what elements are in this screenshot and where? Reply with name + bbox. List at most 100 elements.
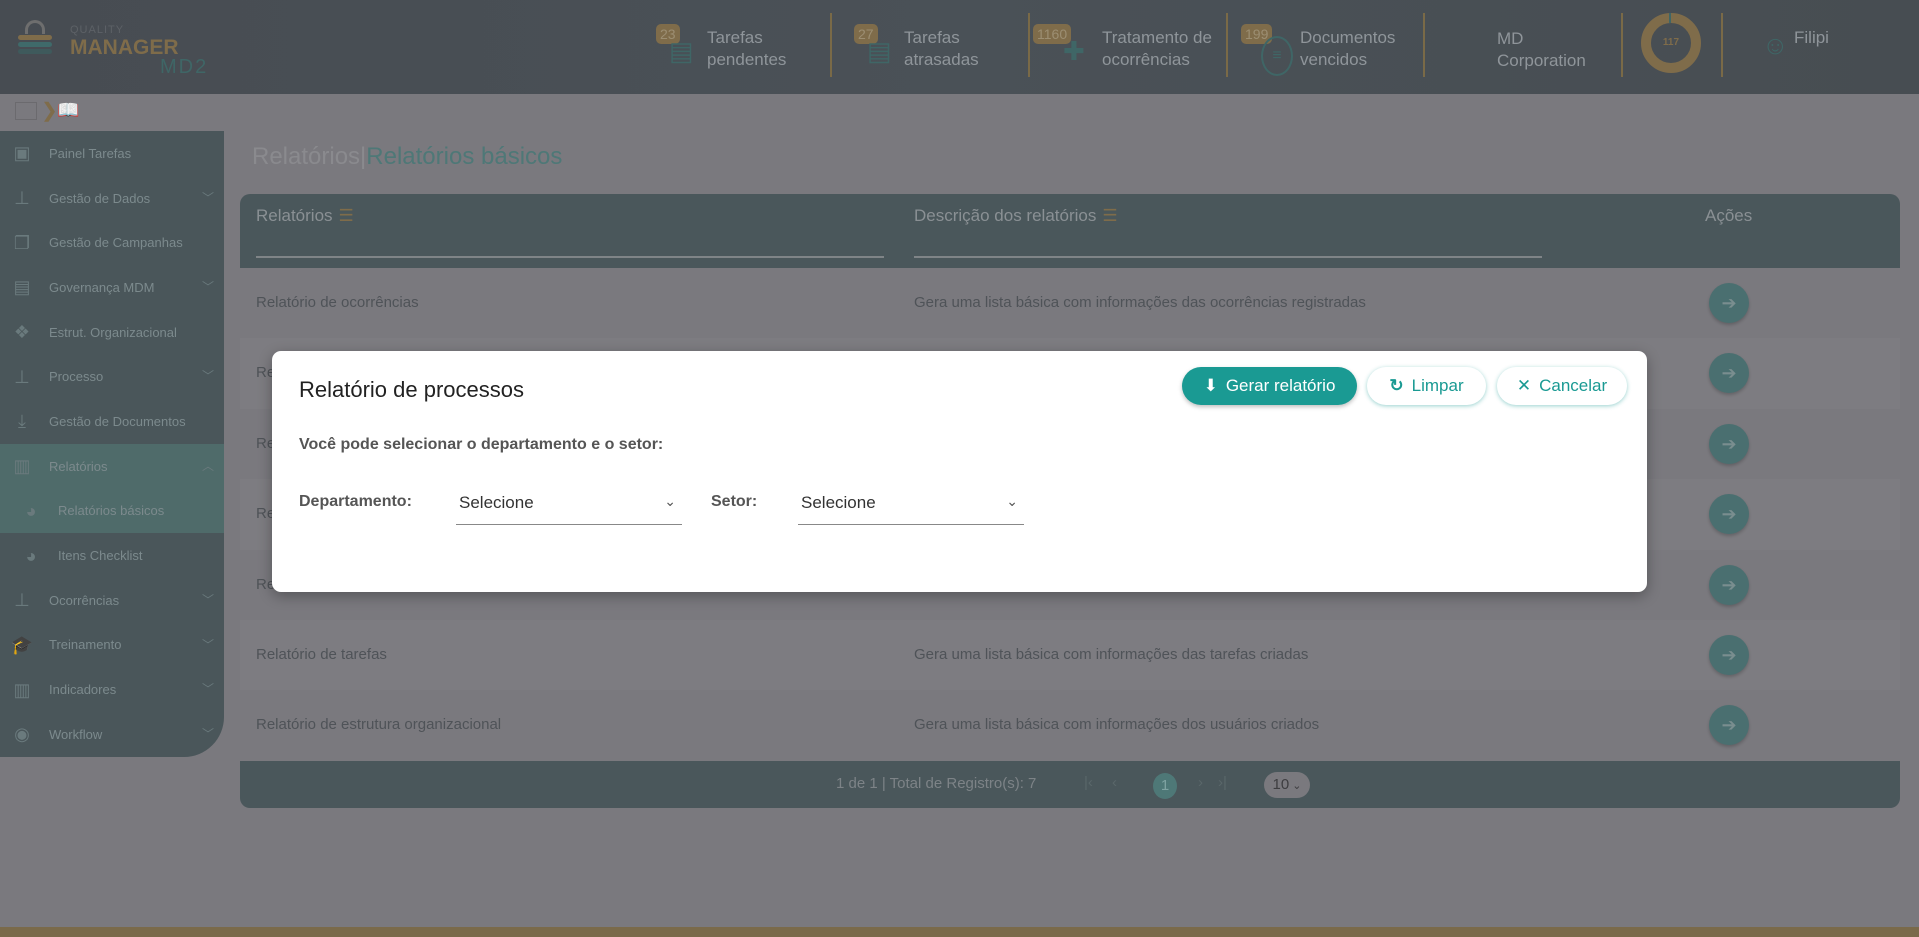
breadcrumb-parent[interactable]: Relatórios (252, 143, 360, 170)
open-report-button[interactable]: ➔ (1709, 353, 1749, 394)
sidebar-item-label: Workflow (49, 726, 103, 742)
report-description: Gera uma lista básica com informações da… (914, 294, 1366, 311)
list-icon: ▤ (13, 277, 31, 298)
chevron-down-icon[interactable]: ﹀ (202, 367, 214, 384)
clear-button[interactable]: ↻ Limpar (1367, 367, 1486, 405)
chevron-down-icon[interactable]: ﹀ (202, 189, 214, 206)
prev-page-icon[interactable]: ‹ (1112, 774, 1117, 791)
donut-value: 117 (1662, 37, 1680, 48)
sector-select[interactable]: Selecione ⌄ (798, 483, 1024, 525)
sign-in-icon: ➔ (1721, 433, 1737, 454)
column-header-descricao[interactable]: Descrição dos relatórios ☰ (914, 206, 1118, 226)
filter-input-relatorios[interactable] (256, 256, 884, 258)
filter-icon: ☰ (1102, 206, 1118, 225)
sidebar-item-label: Estrut. Organizacional (49, 324, 177, 340)
sidebar-item-label: Relatórios (49, 458, 108, 474)
circle-dot-icon: ◉ (14, 724, 30, 745)
open-report-button[interactable]: ➔ (1709, 423, 1749, 464)
chevron-down-icon[interactable]: ﹀ (202, 680, 214, 697)
divider (1721, 13, 1723, 77)
report-name: Relatório de estrutura organizacional (256, 716, 502, 734)
logo-icon (18, 20, 52, 56)
report-description: Gera uma lista básica com informações da… (914, 645, 1309, 663)
bar-chart-icon: ▥ (13, 456, 31, 477)
column-header-acoes: Ações (1705, 206, 1753, 225)
column-header-relatorios[interactable]: Relatórios ☰ (256, 206, 354, 226)
download-icon: ⤓ (18, 411, 26, 432)
chevron-down-icon[interactable]: ﹀ (202, 591, 214, 608)
refresh-icon: ↻ (1389, 376, 1404, 395)
filter-input-descricao[interactable] (914, 256, 1542, 258)
book-icon[interactable]: 📖 (57, 100, 79, 121)
sign-in-icon: ➔ (1721, 363, 1737, 384)
sidebar-item-painel-tarefas[interactable]: ▣ Painel Tarefas (0, 131, 224, 176)
sidebar-item-label: Governança MDM (49, 279, 155, 295)
user-name[interactable]: Filipi (1794, 27, 1829, 49)
pie-chart-icon: ◕ (25, 500, 37, 521)
sidebar-item-label: Gestão de Documentos (49, 413, 186, 429)
generate-report-button[interactable]: ⬇ Gerar relatório (1182, 367, 1357, 405)
divider (1621, 13, 1623, 77)
sidebar-item-itens-checklist[interactable]: ◕ Itens Checklist (0, 533, 224, 578)
sidebar-item-treinamento[interactable]: 🎓 Treinamento ﹀ (0, 623, 224, 668)
table-row: Relatório de estrutura organizacional Ger… (240, 690, 1900, 761)
copy-icon: ❐ (13, 232, 31, 253)
chevron-down-icon[interactable]: ﹀ (202, 636, 214, 653)
sidebar-item-label: Indicadores (49, 682, 117, 698)
department-select[interactable]: Selecione ⌄ (456, 483, 682, 525)
stat-label: atrasadas (904, 50, 979, 69)
sign-in-icon: ➔ (1721, 644, 1737, 665)
sidebar-item-indicadores[interactable]: ▥ Indicadores ﹀ (0, 667, 224, 712)
sidebar-item-relatorios[interactable]: ▥ Relatórios ︿ (0, 443, 224, 489)
breadcrumb: Relatórios|Relatórios básicos (252, 143, 562, 171)
stat-label: ocorrências (1102, 50, 1190, 69)
sidebar-item-label: Gestão de Campanhas (49, 235, 183, 251)
sign-in-icon: ➔ (1721, 293, 1737, 313)
page-size-select[interactable]: 10 ⌄ (1264, 771, 1310, 798)
stat-label: Tratamento de (1102, 28, 1212, 47)
divider (1028, 13, 1030, 77)
sidebar-item-label: Treinamento (49, 637, 122, 653)
chevron-up-icon[interactable]: ︿ (202, 457, 214, 474)
sidebar-item-processo[interactable]: ⊥ Processo ﹀ (0, 354, 224, 399)
sidebar-item-estrut-organizacional[interactable]: ❖ Estrut. Organizacional (0, 310, 224, 355)
chevron-down-icon: ⌄ (664, 493, 676, 509)
open-report-button[interactable]: ➔ (1709, 494, 1749, 535)
first-page-icon[interactable]: |‹ (1084, 774, 1093, 791)
sliders-icon: ≡ (1261, 36, 1293, 76)
sidebar-item-workflow[interactable]: ◉ Workflow ﹀ (0, 712, 224, 757)
layout-toggle-icon[interactable] (15, 102, 37, 120)
sidebar-item-label: Painel Tarefas (49, 145, 132, 161)
dialog-instruction: Você pode selecionar o departamento e o … (299, 436, 664, 453)
chevron-down-icon[interactable]: ﹀ (202, 278, 214, 295)
table-row: Relatório de ocorrências Gera uma lista b… (240, 268, 1900, 339)
chevron-down-icon[interactable]: ﹀ (202, 725, 214, 742)
sidebar-item-label: Processo (49, 369, 104, 385)
sidebar-item-ocorrencias[interactable]: ⊥ Ocorrências ﹀ (0, 578, 224, 623)
sign-in-icon: ➔ (1721, 574, 1737, 595)
stat-label: Tarefas (904, 28, 960, 47)
sidebar-item-gestao-de-documentos[interactable]: ⤓ Gestão de Documentos (0, 399, 224, 444)
pie-chart-icon: ◕ (25, 545, 37, 566)
open-report-button[interactable]: ➔ (1709, 283, 1749, 323)
table-header: Relatórios ☰ Descrição dos relatórios ☰ Aç… (240, 194, 1900, 268)
table-row: Relatório de tarefas Gera uma lista básic… (240, 619, 1900, 691)
progress-donut[interactable]: 117 (1641, 13, 1701, 73)
open-report-button[interactable]: ➔ (1709, 564, 1749, 605)
sidebar-item-gestao-de-dados[interactable]: ⊥ Gestão de Dados ﹀ (0, 176, 224, 221)
stat-label: pendentes (707, 50, 787, 69)
sidebar-item-gestao-de-campanhas[interactable]: ❐ Gestão de Campanhas (0, 220, 224, 265)
page-button-current[interactable]: 1 (1153, 772, 1177, 799)
sidebar-item-governanca-mdm[interactable]: ▤ Governança MDM ﹀ (0, 265, 224, 310)
toolbar: ❯ 📖 (0, 94, 1919, 130)
pagination-summary: 1 de 1 | Total de Registro(s): 7 (836, 774, 1037, 792)
bar-chart-icon: ▥ (13, 679, 31, 700)
sidebar-item-relatorios-basicos[interactable]: ◕ Relatórios básicos (0, 488, 224, 534)
last-page-icon[interactable]: ›| (1218, 774, 1227, 791)
open-report-button[interactable]: ➔ (1709, 705, 1749, 746)
company-name[interactable]: MD Corporation (1497, 28, 1586, 72)
open-report-button[interactable]: ➔ (1709, 634, 1749, 675)
logo-text-quality: QUALITY (70, 24, 125, 36)
cancel-button[interactable]: ✕ Cancelar (1497, 367, 1627, 405)
next-page-icon[interactable]: › (1198, 774, 1203, 791)
